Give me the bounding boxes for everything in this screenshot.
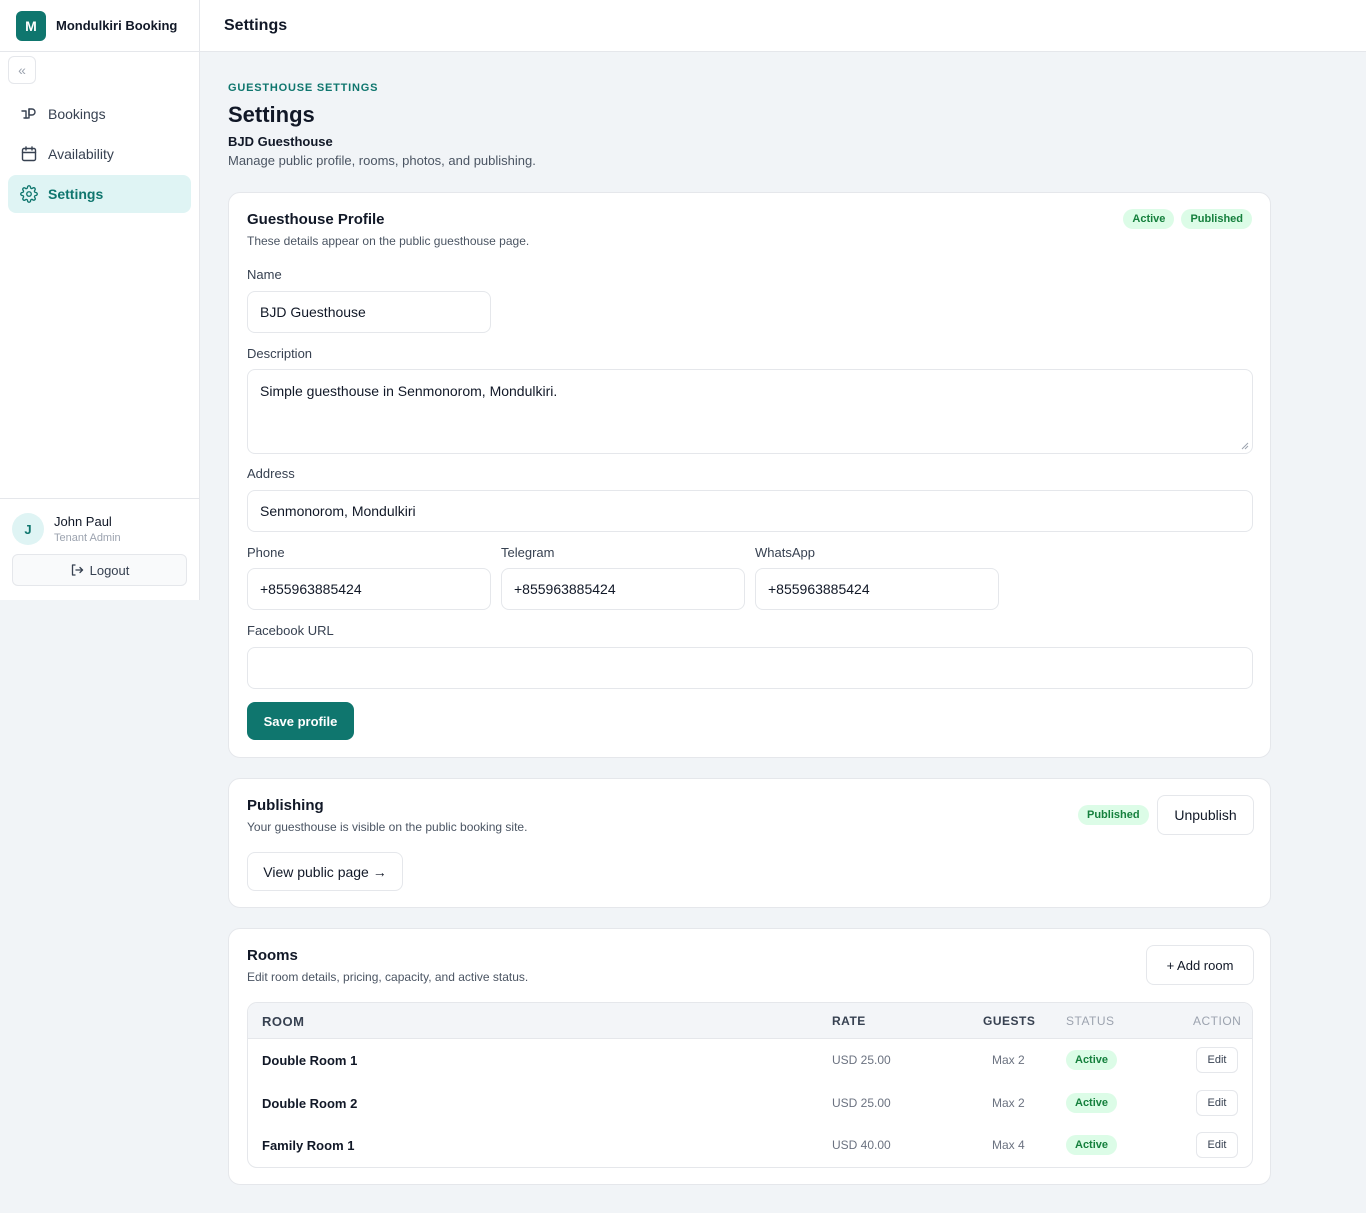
unpublish-button[interactable]: Unpublish: [1157, 795, 1254, 835]
user-role: Tenant Admin: [54, 532, 121, 544]
edit-room-button[interactable]: Edit: [1196, 1132, 1238, 1158]
address-label: Address: [247, 466, 295, 481]
facebook-label: Facebook URL: [247, 623, 334, 638]
table-header: ROOM RATE GUESTS STATUS ACTION: [248, 1003, 1252, 1039]
whatsapp-input[interactable]: +855963885424: [755, 568, 999, 610]
sidebar-item-label: Availability: [48, 146, 114, 162]
sidebar-nav: Bookings Availability Settings: [8, 95, 191, 215]
avatar: J: [12, 513, 44, 545]
brand-name: Mondulkiri Booking: [56, 18, 178, 33]
table-row: Double Room 2 USD 25.00 Max 2 Active Edi…: [248, 1082, 1252, 1125]
brand-logo: M: [16, 10, 46, 41]
room-rate: USD 40.00: [832, 1138, 891, 1152]
rooms-card: Rooms Edit room details, pricing, capaci…: [228, 928, 1271, 1185]
brand[interactable]: M Mondulkiri Booking: [0, 0, 199, 52]
column-status: STATUS: [1066, 1014, 1115, 1028]
rooms-title: Rooms: [247, 947, 298, 964]
status-badge: Active: [1066, 1050, 1118, 1070]
collapse-sidebar-button[interactable]: «: [8, 56, 36, 84]
column-rate: RATE: [832, 1014, 866, 1028]
gear-icon: [19, 184, 39, 204]
description-value: Simple guesthouse in Senmonorom, Mondulk…: [260, 383, 558, 399]
logout-button[interactable]: Logout: [12, 554, 187, 586]
user-name: John Paul: [54, 514, 112, 529]
table-row: Family Room 1 USD 40.00 Max 4 Active Edi…: [248, 1124, 1252, 1167]
phone-input[interactable]: +855963885424: [247, 568, 491, 610]
save-profile-button[interactable]: Save profile: [247, 702, 354, 740]
add-room-button[interactable]: + Add room: [1146, 945, 1254, 985]
published-badge: Published: [1181, 209, 1252, 229]
description-textarea[interactable]: Simple guesthouse in Senmonorom, Mondulk…: [247, 369, 1253, 454]
page-title: Settings: [228, 102, 315, 127]
status-badge: Active: [1066, 1092, 1118, 1113]
chevrons-left-icon: «: [18, 62, 26, 78]
room-name: Double Room 2: [262, 1095, 358, 1111]
room-rate: USD 25.00: [832, 1095, 891, 1110]
profile-card: Guesthouse Profile These details appear …: [228, 192, 1271, 758]
column-action: ACTION: [1193, 1014, 1242, 1028]
bookings-icon: [19, 104, 39, 124]
sidebar-item-settings[interactable]: Settings: [8, 175, 191, 213]
published-badge: Published: [1078, 805, 1149, 825]
sidebar-item-label: Bookings: [48, 106, 106, 122]
facebook-url-input[interactable]: [247, 647, 1253, 689]
telegram-label: Telegram: [501, 545, 555, 560]
view-public-page-button[interactable]: View public page →: [247, 852, 403, 891]
description-label: Description: [247, 346, 313, 361]
logout-icon: [70, 563, 84, 577]
room-guests: Max 2: [992, 1053, 1025, 1067]
sidebar-item-bookings[interactable]: Bookings: [8, 95, 191, 133]
status-badge: Active: [1066, 1135, 1118, 1155]
name-label: Name: [247, 267, 282, 282]
publishing-title: Publishing: [247, 797, 324, 814]
main-content: GUESTHOUSE SETTINGS Settings BJD Guestho…: [228, 52, 1271, 1185]
logout-label: Logout: [89, 562, 130, 578]
publishing-description: Your guesthouse is visible on the public…: [247, 820, 528, 834]
active-badge: Active: [1123, 209, 1175, 229]
room-guests: Max 4: [992, 1138, 1025, 1152]
topbar-title: Settings: [224, 16, 288, 34]
column-guests: GUESTS: [983, 1014, 1036, 1028]
room-name: Family Room 1: [262, 1138, 355, 1153]
telegram-input[interactable]: +855963885424: [501, 568, 745, 610]
rooms-table: ROOM RATE GUESTS STATUS ACTION Double Ro…: [247, 1002, 1253, 1168]
top-bar: Settings: [200, 0, 1366, 52]
sidebar: M Mondulkiri Booking « Bookings Availabi…: [0, 0, 200, 600]
phone-label: Phone: [247, 545, 285, 560]
profile-title: Guesthouse Profile: [247, 211, 385, 228]
calendar-icon: [19, 144, 39, 164]
publishing-card: Publishing Your guesthouse is visible on…: [228, 778, 1271, 908]
whatsapp-label: WhatsApp: [755, 545, 815, 560]
address-input[interactable]: Senmonorom, Mondulkiri: [247, 490, 1253, 532]
sidebar-item-availability[interactable]: Availability: [8, 135, 191, 173]
page-description: Manage public profile, rooms, photos, an…: [228, 153, 536, 168]
profile-description: These details appear on the public guest…: [247, 234, 530, 248]
name-input[interactable]: BJD Guesthouse: [247, 291, 491, 333]
column-room: ROOM: [262, 1014, 305, 1029]
room-name: Double Room 1: [262, 1053, 358, 1068]
resize-handle-icon[interactable]: [1241, 442, 1249, 450]
edit-room-button[interactable]: Edit: [1196, 1089, 1238, 1116]
table-row: Double Room 1 USD 25.00 Max 2 Active Edi…: [248, 1039, 1252, 1082]
rooms-description: Edit room details, pricing, capacity, an…: [247, 970, 529, 984]
sidebar-item-label: Settings: [48, 186, 104, 202]
room-rate: USD 25.00: [832, 1053, 891, 1067]
room-guests: Max 2: [992, 1095, 1025, 1110]
page-eyebrow: GUESTHOUSE SETTINGS: [228, 82, 379, 94]
page-subtitle: BJD Guesthouse: [228, 134, 333, 149]
user-panel: J John Paul Tenant Admin Logout: [0, 498, 199, 586]
edit-room-button[interactable]: Edit: [1196, 1047, 1238, 1073]
